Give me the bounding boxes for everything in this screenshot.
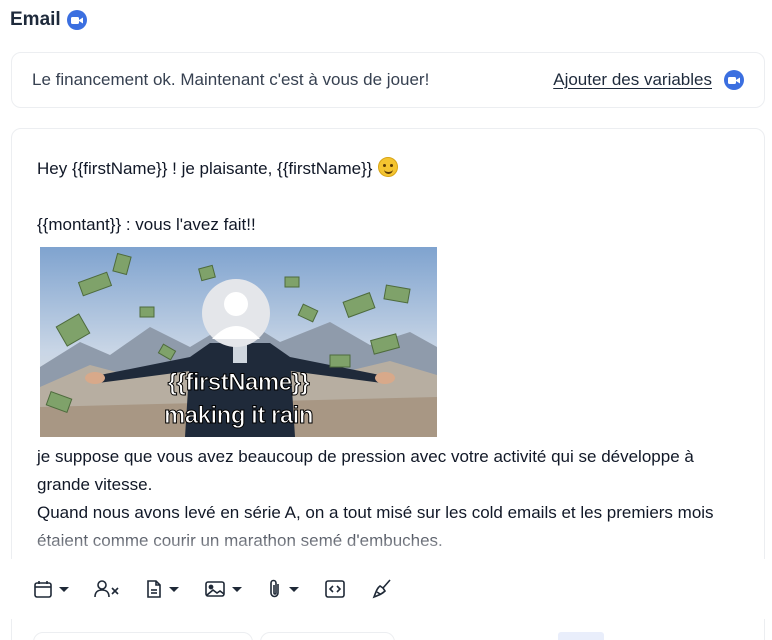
clean-format-brush-icon <box>372 579 391 599</box>
template-button[interactable] <box>145 573 179 605</box>
chevron-down-icon <box>232 586 242 592</box>
add-variables-link[interactable]: Ajouter des variables <box>553 70 712 90</box>
html-code-button[interactable] <box>324 573 346 605</box>
body-paragraph: je suppose que vous avez beaucoup de pre… <box>37 447 694 494</box>
greeting-text: Hey {{firstName}} ! je plaisante, {{firs… <box>37 159 373 178</box>
chevron-down-icon <box>169 586 179 592</box>
code-icon <box>325 580 345 598</box>
insert-image-button[interactable] <box>204 573 242 605</box>
chevron-down-icon <box>289 586 299 592</box>
calendar-button[interactable] <box>33 573 69 605</box>
section-title: Email <box>10 9 61 30</box>
paperclip-icon <box>270 579 279 598</box>
subject-text[interactable]: Le financement ok. Maintenant c'est à vo… <box>32 70 553 90</box>
gif-caption-line1: {{firstName}} <box>167 369 310 397</box>
remove-variable-button[interactable] <box>94 573 120 605</box>
winking-face-icon <box>378 157 399 177</box>
section-header: Email <box>10 8 87 32</box>
bottom-field[interactable] <box>260 632 395 640</box>
editor-toolbar <box>11 559 765 619</box>
gif-caption-line2: making it rain <box>163 402 314 430</box>
making-it-rain-gif[interactable]: {{firstName}} making it rain <box>40 247 437 437</box>
video-camera-icon[interactable] <box>724 70 744 90</box>
attachment-button[interactable] <box>267 573 299 605</box>
body-line: {{montant}} : vous l'avez fait!! <box>37 215 256 234</box>
bottom-button[interactable] <box>558 632 604 640</box>
subject-field[interactable]: Le financement ok. Maintenant c'est à vo… <box>11 52 765 108</box>
chevron-down-icon <box>59 586 69 592</box>
video-camera-icon[interactable] <box>66 10 87 30</box>
bottom-field[interactable] <box>33 632 253 640</box>
body-line: Hey {{firstName}} ! je plaisante, {{firs… <box>37 155 742 183</box>
email-body[interactable]: Hey {{firstName}} ! je plaisante, {{firs… <box>37 155 742 555</box>
scroll-fade <box>12 524 764 564</box>
remove-user-variable-icon <box>94 580 119 598</box>
calendar-icon <box>34 581 52 598</box>
image-icon <box>205 581 225 597</box>
clear-format-button[interactable] <box>371 573 393 605</box>
document-template-icon <box>147 580 161 598</box>
